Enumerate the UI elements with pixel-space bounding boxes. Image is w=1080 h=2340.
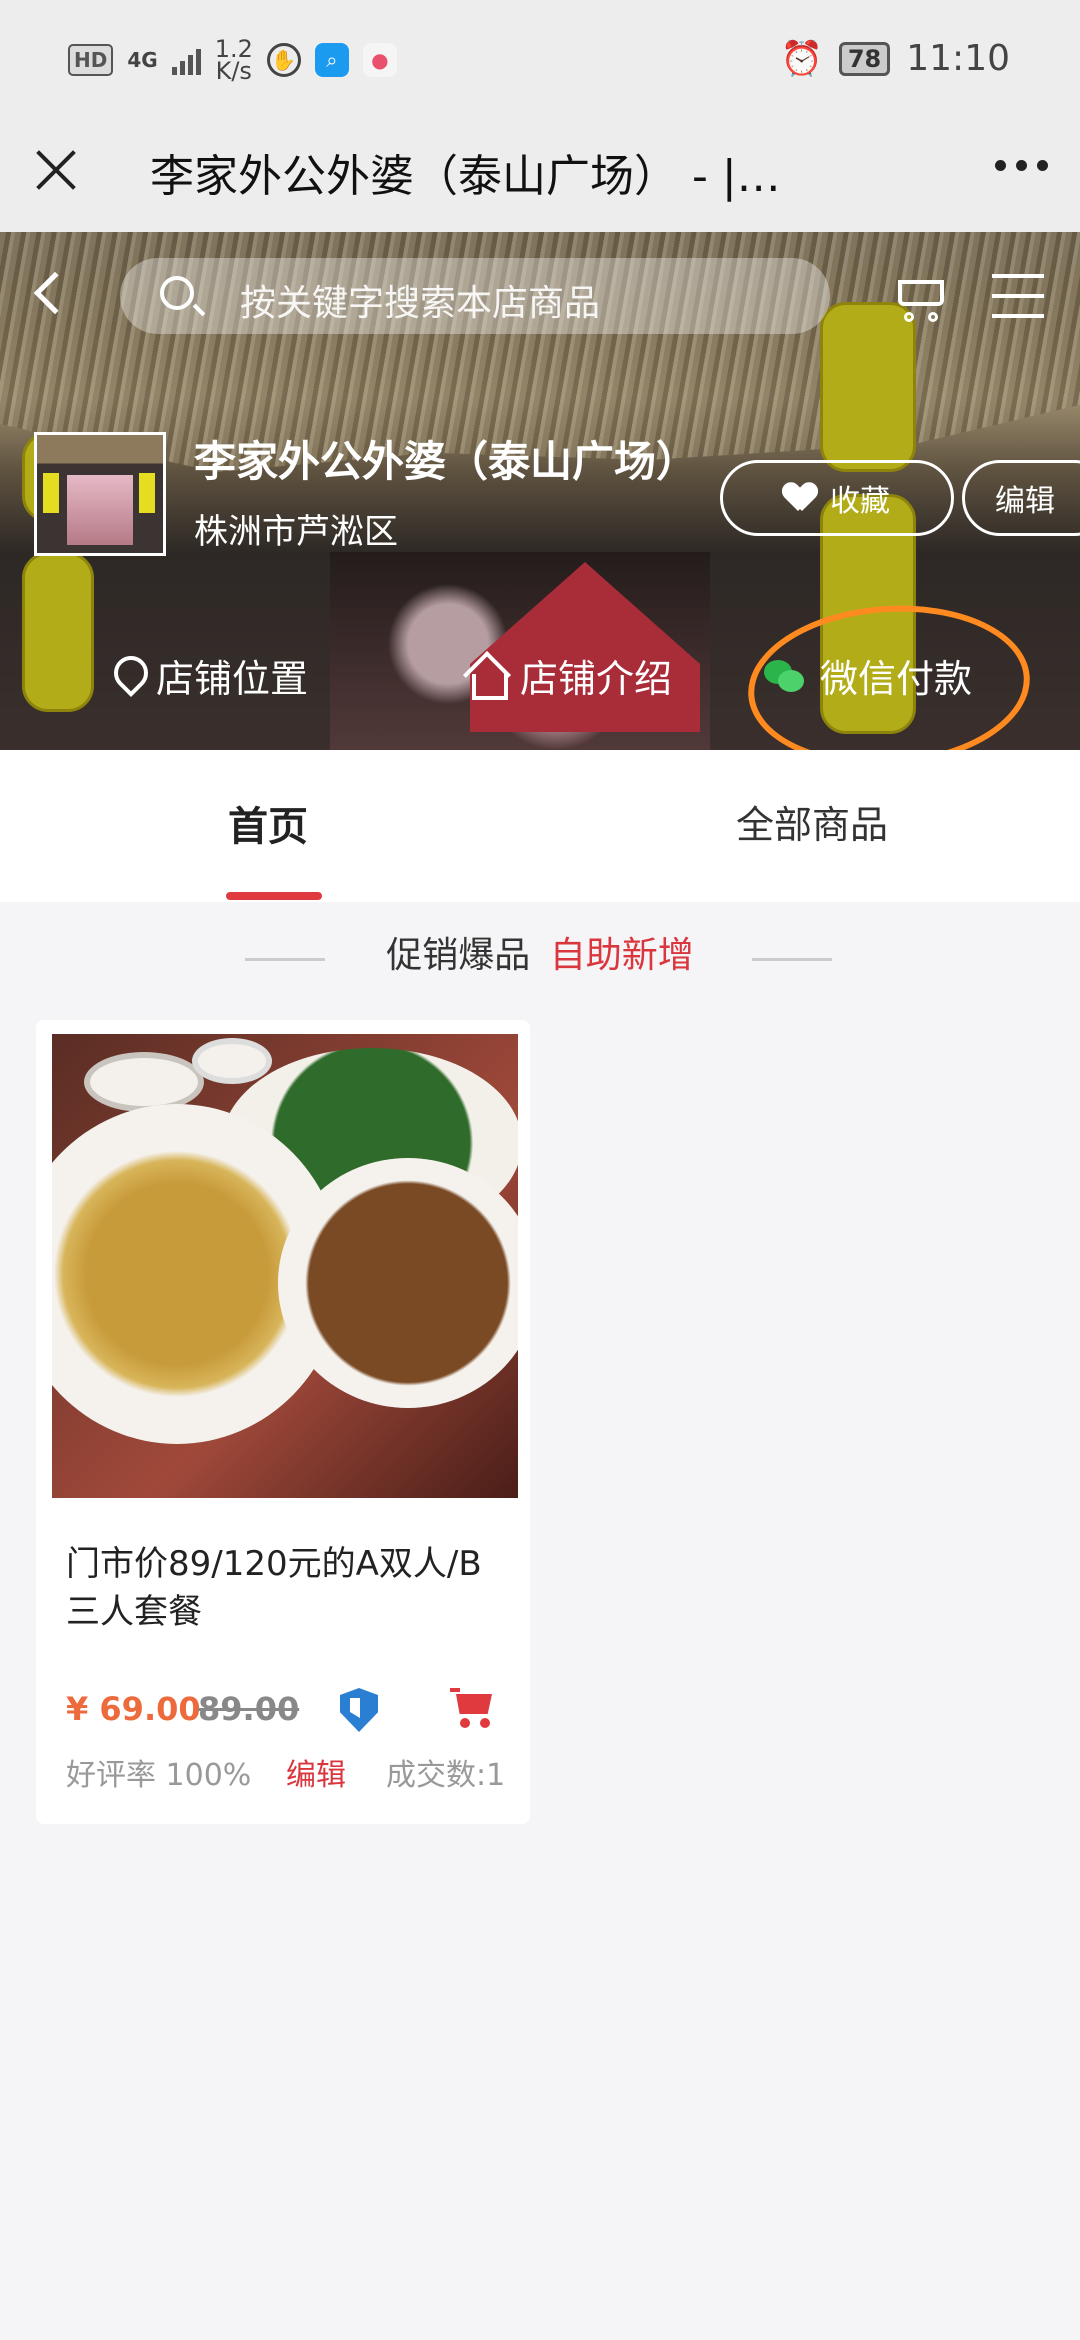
shop-location-button[interactable]: 店铺位置 [112,648,308,703]
alarm-icon: ⏰ [780,38,823,79]
network-type: 4G [127,48,158,72]
clock: 11:10 [906,38,1010,79]
edit-shop-button[interactable]: 编辑 [962,460,1080,536]
favorite-button[interactable]: 收藏 [720,460,954,536]
battery-indicator: 78 [838,41,891,76]
status-right: ⏰ 78 11:10 [781,38,1011,79]
product-deals: 成交数:1 [386,1758,506,1793]
shop-area: 株洲市芦淞区 [194,512,398,552]
status-left: HD 4G 1.2 K/s ✋ ⌕ ● [68,37,397,85]
shop-name: 李家外公外婆（泰山广场） [194,437,699,486]
title-bar: 李家外公外婆（泰山广场） - |… [0,124,1080,232]
tab-all-products[interactable]: 全部商品 [736,794,888,849]
page-title: 李家外公外婆（泰山广场） - |… [150,151,781,202]
divider [245,958,325,961]
product-photo [52,1034,518,1498]
heart-icon [784,483,816,513]
tab-bar: 首页 全部商品 [0,750,1080,902]
app-notification-icon: ● [362,43,397,77]
network-speed-unit: K/s [215,57,252,85]
signal-icon [171,45,201,75]
search-icon [160,276,194,310]
cart-icon[interactable] [890,270,950,326]
product-original-price: 89.00 [198,1690,300,1728]
shop-avatar [34,432,166,556]
search-input[interactable]: 按关键字搜索本店商品 [120,258,830,334]
more-options-icon[interactable] [995,160,1048,171]
tab-home[interactable]: 首页 [228,794,308,852]
self-add-link[interactable]: 自助新增 [550,935,694,976]
product-card[interactable]: 门市价89/120元的A双人/B三人套餐 ¥ 69.00 89.00 好评率 1… [36,1020,530,1824]
section-title: 促销爆品 [386,935,531,976]
back-icon[interactable] [33,271,77,315]
product-price: ¥ 69.00 [66,1690,201,1728]
hd-indicator: HD [68,44,114,76]
search-app-icon: ⌕ [314,43,349,77]
hand-icon: ✋ [266,43,301,77]
product-rating: 好评率 100% [66,1758,252,1793]
divider [752,958,832,961]
status-bar: HD 4G 1.2 K/s ✋ ⌕ ● ⏰ 78 11:10 [0,0,1080,124]
shop-location-label: 店铺位置 [156,657,309,701]
home-icon [466,656,508,700]
menu-icon[interactable] [992,274,1044,318]
network-speed: 1.2 K/s [215,37,253,85]
shop-intro-label: 店铺介绍 [520,657,673,701]
search-placeholder: 按关键字搜索本店商品 [240,283,601,324]
location-pin-icon [112,656,142,696]
active-tab-indicator [226,892,322,900]
close-icon[interactable] [32,146,80,194]
product-name[interactable]: 门市价89/120元的A双人/B三人套餐 [66,1540,486,1636]
add-to-cart-icon[interactable] [450,1686,496,1730]
section-header: 促销爆品 自助新增 [0,926,1080,976]
shop-intro-button[interactable]: 店铺介绍 [466,648,672,703]
search-row: 按关键字搜索本店商品 [0,250,1080,340]
favorite-label: 收藏 [830,484,890,519]
shield-icon [340,1688,378,1732]
product-edit-link[interactable]: 编辑 [286,1750,346,1794]
